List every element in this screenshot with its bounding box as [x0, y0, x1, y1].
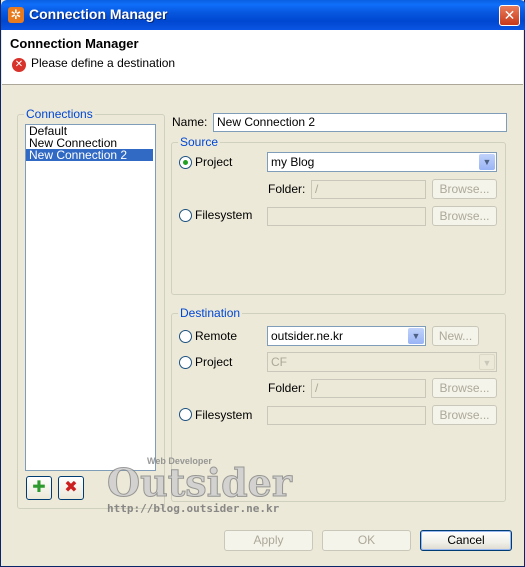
connections-legend: Connections	[26, 107, 93, 121]
add-connection-button[interactable]: ✚	[26, 476, 52, 500]
destination-project-radio[interactable]	[179, 356, 192, 369]
apply-button[interactable]: Apply	[224, 530, 313, 551]
title-bar[interactable]: ✲ Connection Manager ✕	[1, 0, 525, 30]
plus-icon: ✚	[32, 479, 46, 496]
source-project-select[interactable]: my Blog ▼	[267, 152, 497, 172]
source-browse-folder-button[interactable]: Browse...	[432, 179, 497, 199]
close-button[interactable]: ✕	[499, 5, 520, 26]
cancel-button[interactable]: Cancel	[420, 530, 512, 551]
source-filesystem-input[interactable]	[267, 207, 426, 226]
destination-folder-input[interactable]: /	[311, 379, 426, 398]
destination-project-value: CF	[271, 355, 287, 369]
destination-filesystem-label: Filesystem	[195, 408, 253, 422]
source-folder-input[interactable]: /	[311, 180, 426, 199]
connections-list[interactable]: Default New Connection New Connection 2	[25, 124, 156, 471]
source-project-value: my Blog	[271, 155, 315, 169]
new-remote-button[interactable]: New...	[432, 326, 479, 346]
source-filesystem-radio[interactable]	[179, 209, 192, 222]
delete-icon: ✖	[64, 479, 78, 496]
window-title: Connection Manager	[29, 6, 168, 22]
destination-remote-label: Remote	[195, 329, 238, 343]
destination-remote-value: outsider.ne.kr	[271, 329, 344, 343]
app-gear-icon: ✲	[8, 7, 24, 23]
destination-remote-select[interactable]: outsider.ne.kr ▼	[267, 326, 426, 346]
destination-filesystem-input[interactable]	[267, 406, 426, 425]
destination-browse-folder-button[interactable]: Browse...	[432, 378, 497, 398]
destination-project-label: Project	[195, 355, 233, 369]
outsider-watermark: Web Developer Outsider http://blog.outsi…	[107, 450, 293, 520]
list-item[interactable]: New Connection 2	[26, 149, 153, 161]
error-icon: ✕	[12, 58, 26, 72]
chevron-down-icon[interactable]: ▼	[479, 154, 495, 170]
dialog-header: Connection Manager ✕ Please define a des…	[2, 30, 523, 85]
remove-connection-button[interactable]: ✖	[58, 476, 84, 500]
destination-folder-label: Folder:	[268, 381, 306, 395]
ok-button[interactable]: OK	[322, 530, 411, 551]
destination-filesystem-radio[interactable]	[179, 408, 192, 421]
connection-manager-window: ✲ Connection Manager ✕ Connection Manage…	[0, 0, 525, 567]
source-project-label: Project	[195, 155, 233, 169]
name-label: Name:	[172, 115, 208, 129]
source-folder-label: Folder:	[268, 182, 306, 196]
destination-browse-filesystem-button[interactable]: Browse...	[432, 405, 497, 425]
destination-project-select[interactable]: CF ▼	[267, 352, 497, 372]
source-legend: Source	[180, 135, 219, 149]
name-input[interactable]: New Connection 2	[213, 113, 507, 132]
watermark-url: http://blog.outsider.ne.kr	[107, 502, 280, 515]
source-project-radio[interactable]	[179, 156, 192, 169]
watermark-brand: Outsider	[107, 460, 293, 506]
source-filesystem-label: Filesystem	[195, 208, 253, 222]
source-browse-filesystem-button[interactable]: Browse...	[432, 206, 497, 226]
destination-remote-radio[interactable]	[179, 330, 192, 343]
destination-legend: Destination	[180, 306, 241, 320]
header-title: Connection Manager	[10, 36, 139, 51]
chevron-down-icon[interactable]: ▼	[408, 328, 424, 344]
error-message: Please define a destination	[31, 56, 176, 70]
chevron-down-icon[interactable]: ▼	[479, 354, 495, 370]
